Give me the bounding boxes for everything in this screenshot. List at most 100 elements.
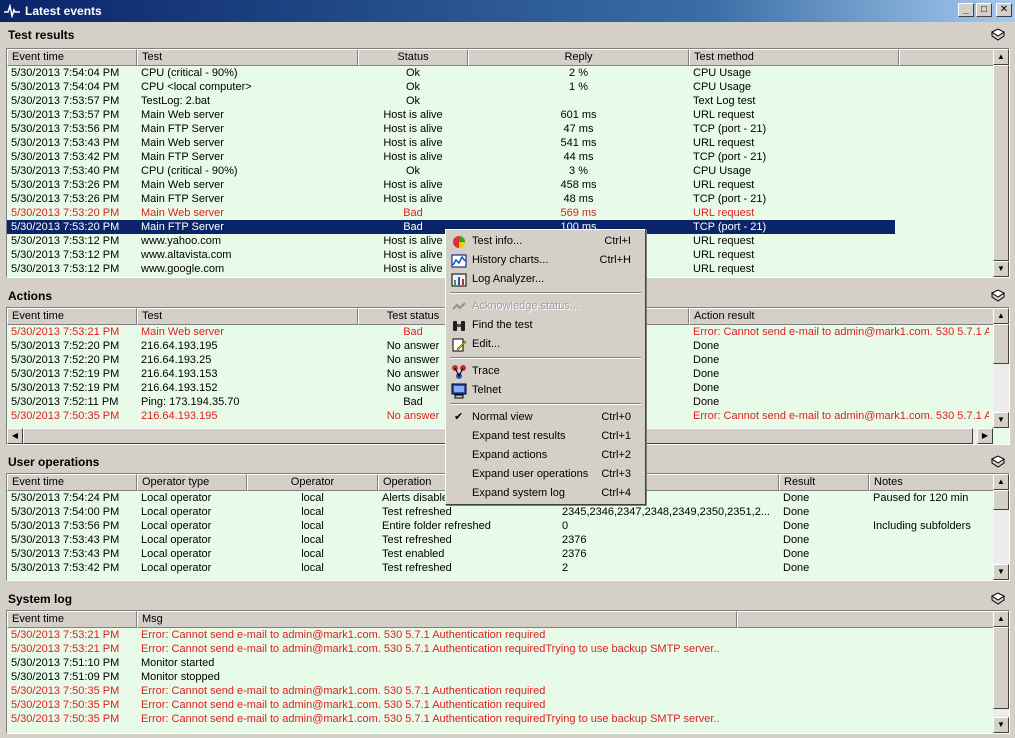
col-operator-type[interactable]: Operator type <box>137 474 247 491</box>
menu-item-test-info[interactable]: Test info... Ctrl+I <box>448 232 643 251</box>
cell-operator: local <box>301 534 324 546</box>
table-row[interactable]: 5/30/2013 7:53:40 PM CPU (critical - 90%)… <box>7 164 895 178</box>
scroll-up-button[interactable]: ▲ <box>993 611 1009 627</box>
col-result[interactable]: Result <box>779 474 869 491</box>
col-operator[interactable]: Operator <box>247 474 378 491</box>
cell-result: Done <box>783 534 810 546</box>
menu-item-shortcut: Ctrl+1 <box>601 430 631 442</box>
table-row[interactable]: 5/30/2013 7:53:57 PM Main Web server Host … <box>7 108 895 122</box>
maximize-button[interactable]: □ <box>976 3 992 17</box>
vertical-scrollbar[interactable]: ▲ ▼ <box>993 611 1009 733</box>
col-reply[interactable]: Reply <box>468 49 689 66</box>
scroll-left-button[interactable]: ◀ <box>7 428 23 444</box>
close-button[interactable]: ✕ <box>996 3 1012 17</box>
menu-item-telnet[interactable]: Telnet <box>448 381 643 400</box>
cell-event-time: 5/30/2013 7:54:04 PM <box>11 67 120 79</box>
table-row[interactable]: 5/30/2013 7:53:43 PM Local operator local T… <box>7 533 989 547</box>
col-test[interactable]: Test <box>137 49 358 66</box>
cell-msg: Error: Cannot send e-mail to admin@mark1… <box>141 629 546 641</box>
menu-item-expand-test-results[interactable]: Expand test results Ctrl+1 <box>448 427 643 446</box>
menu-item-find-the-test[interactable]: Find the test <box>448 316 643 335</box>
scroll-thumb[interactable] <box>993 627 1009 709</box>
cell-detail: 0 <box>562 520 569 532</box>
table-row[interactable]: 5/30/2013 7:53:43 PM Main Web server Host … <box>7 136 895 150</box>
cell-test: Main FTP Server <box>141 221 224 233</box>
table-row[interactable]: 5/30/2013 7:50:35 PM Error: Cannot send e… <box>7 712 977 726</box>
menu-item-normal-view[interactable]: ✔ Normal view Ctrl+0 <box>448 408 643 427</box>
col-msg[interactable]: Msg <box>137 611 737 628</box>
col-event-time[interactable]: Event time <box>7 49 137 66</box>
col-empty <box>899 49 995 66</box>
cell-result: Done <box>783 562 810 574</box>
scroll-thumb[interactable] <box>993 324 1009 364</box>
table-row[interactable]: 5/30/2013 7:53:26 PM Main FTP Server Host … <box>7 192 895 206</box>
scroll-down-button[interactable]: ▼ <box>993 412 1009 428</box>
table-row[interactable]: 5/30/2013 7:54:00 PM Local operator local T… <box>7 505 989 519</box>
col-event-time[interactable]: Event time <box>7 308 137 325</box>
table-row[interactable]: 5/30/2013 7:53:21 PM Error: Cannot send e… <box>7 642 977 656</box>
table-row[interactable]: 5/30/2013 7:53:42 PM Main FTP Server Host … <box>7 150 895 164</box>
menu-item-history-charts[interactable]: History charts... Ctrl+H <box>448 251 643 270</box>
scroll-up-button[interactable]: ▲ <box>993 474 1009 490</box>
table-row[interactable]: 5/30/2013 7:51:09 PM Monitor stopped <box>7 670 977 684</box>
menu-item-log-analyzer[interactable]: Log Analyzer... <box>448 270 643 289</box>
cell-reply: 48 ms <box>563 193 594 205</box>
cell-event-time: 5/30/2013 7:53:20 PM <box>11 207 120 219</box>
col-event-time[interactable]: Event time <box>7 474 137 491</box>
history-chart-icon <box>451 253 467 269</box>
cell-event-time: 5/30/2013 7:53:43 PM <box>11 548 120 560</box>
scroll-thumb[interactable] <box>993 490 1009 510</box>
table-row[interactable]: 5/30/2013 7:53:56 PM Main FTP Server Host … <box>7 122 895 136</box>
table-row[interactable]: 5/30/2013 7:53:26 PM Main Web server Host … <box>7 178 895 192</box>
col-action-result[interactable]: Action result <box>689 308 995 325</box>
table-row[interactable]: 5/30/2013 7:51:10 PM Monitor started <box>7 656 977 670</box>
table-row[interactable]: 5/30/2013 7:53:43 PM Local operator local T… <box>7 547 989 561</box>
col-event-time[interactable]: Event time <box>7 611 137 628</box>
table-row[interactable]: 5/30/2013 7:50:35 PM Error: Cannot send e… <box>7 684 977 698</box>
scroll-thumb[interactable] <box>993 65 1009 261</box>
table-row[interactable]: 5/30/2013 7:53:21 PM Error: Cannot send e… <box>7 628 977 642</box>
cell-action-result: Done <box>693 340 720 352</box>
table-row[interactable]: 5/30/2013 7:53:56 PM Local operator local E… <box>7 519 989 533</box>
table-row[interactable]: 5/30/2013 7:53:57 PM TestLog: 2.bat Ok Text… <box>7 94 895 108</box>
table-row[interactable]: 5/30/2013 7:54:04 PM CPU (critical - 90%)… <box>7 66 895 80</box>
cell-event-time: 5/30/2013 7:50:35 PM <box>11 410 120 422</box>
menu-item-label: Telnet <box>472 384 502 396</box>
table-row[interactable]: 5/30/2013 7:54:04 PM CPU <local computer>… <box>7 80 895 94</box>
cell-event-time: 5/30/2013 7:53:43 PM <box>11 534 120 546</box>
col-test-method[interactable]: Test method <box>689 49 899 66</box>
book-icon[interactable] <box>990 592 1006 606</box>
table-row[interactable]: 5/30/2013 7:53:20 PM Main Web server Bad 56… <box>7 206 895 220</box>
cell-test-method: URL request <box>693 109 755 121</box>
minimize-button[interactable]: _ <box>958 3 974 17</box>
cell-event-time: 5/30/2013 7:52:11 PM <box>11 396 119 408</box>
book-icon[interactable] <box>990 289 1006 303</box>
menu-item-expand-actions[interactable]: Expand actions Ctrl+2 <box>448 446 643 465</box>
table-row[interactable]: 5/30/2013 7:53:42 PM Local operator local T… <box>7 561 989 575</box>
cell-event-time: 5/30/2013 7:53:21 PM <box>11 629 120 641</box>
scroll-up-button[interactable]: ▲ <box>993 308 1009 324</box>
cell-operator: local <box>301 506 324 518</box>
scroll-down-button[interactable]: ▼ <box>993 564 1009 580</box>
col-status[interactable]: Status <box>358 49 468 66</box>
scroll-down-button[interactable]: ▼ <box>993 717 1009 733</box>
menu-item-trace[interactable]: Trace <box>448 362 643 381</box>
scroll-right-button[interactable]: ▶ <box>977 428 993 444</box>
scroll-down-button[interactable]: ▼ <box>993 261 1009 277</box>
col-notes[interactable]: Notes <box>869 474 995 491</box>
cell-event-time: 5/30/2013 7:50:35 PM <box>11 685 120 697</box>
vertical-scrollbar[interactable]: ▲ ▼ <box>993 474 1009 580</box>
menu-item-shortcut: Ctrl+H <box>599 254 631 266</box>
book-icon[interactable] <box>990 455 1006 469</box>
cell-operation: Test refreshed <box>382 534 452 546</box>
table-row[interactable]: 5/30/2013 7:50:35 PM Error: Cannot send e… <box>7 698 977 712</box>
menu-item-edit[interactable]: Edit... <box>448 335 643 354</box>
scroll-up-button[interactable]: ▲ <box>993 49 1009 65</box>
col-test[interactable]: Test <box>137 308 358 325</box>
menu-item-expand-system-log[interactable]: Expand system log Ctrl+4 <box>448 484 643 503</box>
vertical-scrollbar[interactable]: ▲ ▼ <box>993 49 1009 277</box>
menu-item-expand-user-operations[interactable]: Expand user operations Ctrl+3 <box>448 465 643 484</box>
cell-event-time: 5/30/2013 7:53:42 PM <box>11 151 120 163</box>
vertical-scrollbar[interactable]: ▲ ▼ <box>993 308 1009 428</box>
book-icon[interactable] <box>990 28 1006 42</box>
